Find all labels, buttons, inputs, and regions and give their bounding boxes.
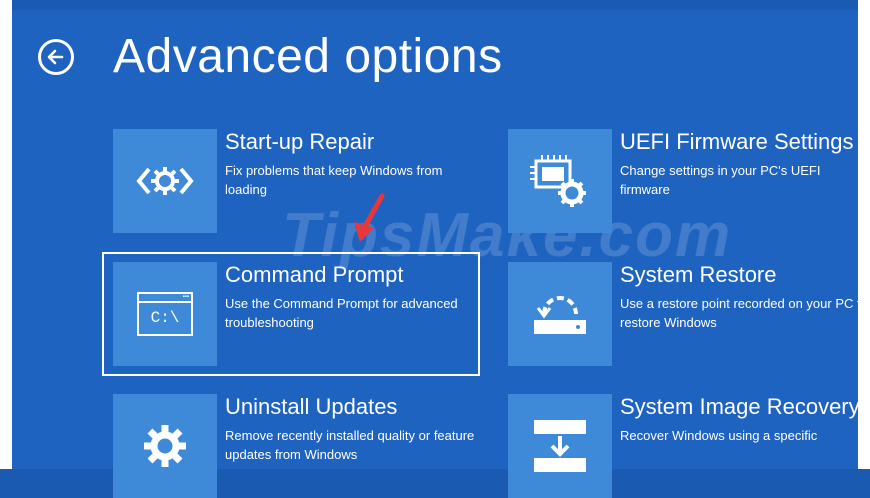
back-button[interactable]: [38, 39, 74, 75]
option-text: System Restore Use a restore point recor…: [620, 262, 870, 332]
recovery-screen: Advanced options TipsMake.com Start-up R…: [0, 0, 870, 498]
option-description: Change settings in your PC's UEFI firmwa…: [620, 163, 821, 197]
option-tile: [113, 394, 217, 498]
firmware-chip-icon: [530, 155, 586, 207]
option-description: Remove recently installed quality or fea…: [225, 428, 475, 462]
system-restore-icon: [534, 296, 586, 334]
system-image-icon: [534, 420, 586, 472]
option-tile: [508, 394, 612, 498]
option-text: Command Prompt Use the Command Prompt fo…: [225, 262, 475, 332]
option-text: UEFI Firmware Settings Change settings i…: [620, 129, 870, 199]
option-description: Use the Command Prompt for advanced trou…: [225, 296, 458, 330]
option-text: System Image Recovery Recover Windows us…: [620, 394, 870, 445]
page-title: Advanced options: [113, 30, 503, 83]
option-title: Start-up Repair: [225, 129, 375, 154]
option-title: System Image Recovery: [620, 394, 860, 419]
option-description: Recover Windows using a specific: [620, 428, 818, 443]
option-description: Use a restore point recorded on your PC …: [620, 296, 868, 330]
command-prompt-icon: ▪▪▪ C:\: [137, 292, 193, 336]
option-title: System Restore: [620, 262, 777, 287]
option-description: Fix problems that keep Windows from load…: [225, 163, 443, 197]
left-border: [0, 0, 12, 469]
command-prompt-tile-text: C:\: [150, 309, 180, 327]
option-title: UEFI Firmware Settings: [620, 129, 854, 154]
red-pointer-arrow: [354, 193, 385, 242]
option-tile: [113, 129, 217, 233]
option-tile: [508, 262, 612, 366]
option-text: Start-up Repair Fix problems that keep W…: [225, 129, 475, 199]
option-tile: [508, 129, 612, 233]
option-tile: ▪▪▪ C:\: [113, 262, 217, 366]
gear-icon: [144, 425, 186, 467]
option-text: Uninstall Updates Remove recently instal…: [225, 394, 475, 464]
option-title: Command Prompt: [225, 262, 404, 287]
startup-repair-icon: [136, 167, 194, 195]
back-arrow-icon: [47, 49, 64, 65]
option-title: Uninstall Updates: [225, 394, 398, 419]
